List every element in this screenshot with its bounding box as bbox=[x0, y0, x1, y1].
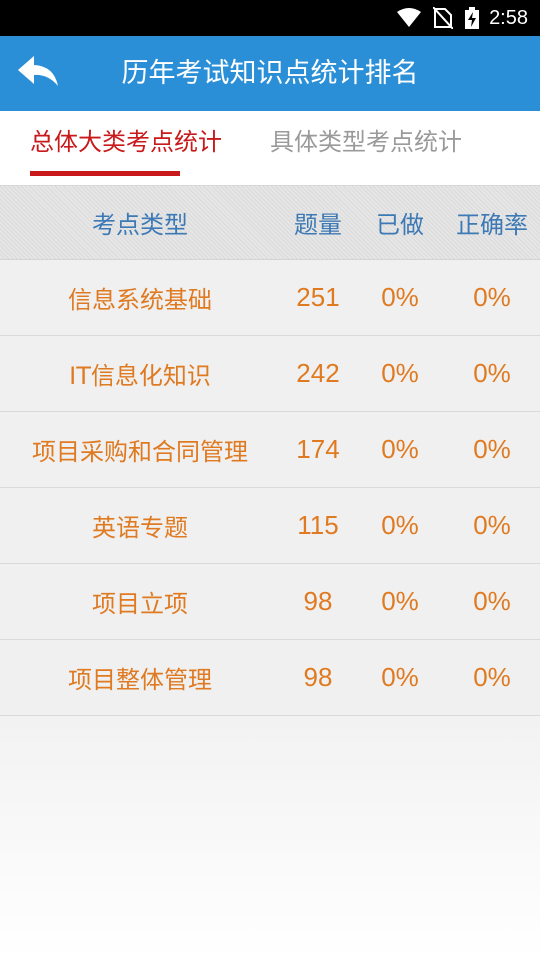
row-accuracy: 0% bbox=[473, 282, 511, 312]
battery-charging-icon bbox=[465, 7, 480, 29]
row-type: 项目整体管理 bbox=[68, 666, 212, 694]
row-accuracy: 0% bbox=[473, 510, 511, 540]
table-row[interactable]: 英语专题 115 0% 0% bbox=[0, 488, 540, 564]
row-count: 98 bbox=[303, 662, 333, 692]
row-type: 项目立项 bbox=[92, 590, 188, 618]
row-done: 0% bbox=[381, 434, 419, 464]
row-count: 115 bbox=[297, 510, 339, 540]
table-row[interactable]: IT信息化知识 242 0% 0% bbox=[0, 336, 540, 412]
tab-overall-category[interactable]: 总体大类考点统计 bbox=[30, 111, 222, 177]
row-count: 98 bbox=[303, 586, 333, 616]
wifi-icon bbox=[397, 8, 422, 28]
table-row[interactable]: 信息系统基础 251 0% 0% bbox=[0, 260, 540, 336]
row-accuracy: 0% bbox=[473, 586, 511, 616]
row-done: 0% bbox=[381, 510, 419, 540]
table-row[interactable]: 项目整体管理 98 0% 0% bbox=[0, 640, 540, 716]
table-row[interactable]: 项目采购和合同管理 174 0% 0% bbox=[0, 412, 540, 488]
header-done: 已做 bbox=[376, 211, 424, 239]
page-title: 历年考试知识点统计排名 bbox=[121, 58, 419, 89]
row-type: IT信息化知识 bbox=[69, 362, 211, 390]
row-accuracy: 0% bbox=[473, 358, 511, 388]
status-bar: 2:58 bbox=[0, 0, 540, 36]
row-count: 242 bbox=[296, 358, 340, 388]
row-type: 英语专题 bbox=[92, 514, 188, 542]
row-type: 信息系统基础 bbox=[68, 286, 212, 314]
row-count: 174 bbox=[296, 434, 340, 464]
row-done: 0% bbox=[381, 358, 419, 388]
tab-specific-type[interactable]: 具体类型考点统计 bbox=[270, 111, 462, 177]
header-count: 题量 bbox=[294, 211, 342, 239]
row-done: 0% bbox=[381, 662, 419, 692]
row-accuracy: 0% bbox=[473, 434, 511, 464]
row-done: 0% bbox=[381, 586, 419, 616]
header-type: 考点类型 bbox=[92, 211, 188, 239]
header-accuracy: 正确率 bbox=[456, 211, 528, 239]
table-header: 考点类型 题量 已做 正确率 bbox=[0, 185, 540, 260]
app-bar: 历年考试知识点统计排名 bbox=[0, 36, 540, 111]
status-time: 2:58 bbox=[489, 6, 528, 29]
tab-bar: 总体大类考点统计 具体类型考点统计 bbox=[0, 111, 540, 185]
table-row[interactable]: 项目立项 98 0% 0% bbox=[0, 564, 540, 640]
row-count: 251 bbox=[296, 282, 340, 312]
row-done: 0% bbox=[381, 282, 419, 312]
row-type: 项目采购和合同管理 bbox=[32, 438, 248, 466]
stats-table: 考点类型 题量 已做 正确率 信息系统基础 251 0% 0% IT信息化知识 … bbox=[0, 185, 540, 716]
no-sim-icon bbox=[433, 7, 454, 29]
empty-list-area bbox=[0, 716, 540, 960]
row-accuracy: 0% bbox=[473, 662, 511, 692]
active-tab-indicator bbox=[30, 171, 180, 176]
